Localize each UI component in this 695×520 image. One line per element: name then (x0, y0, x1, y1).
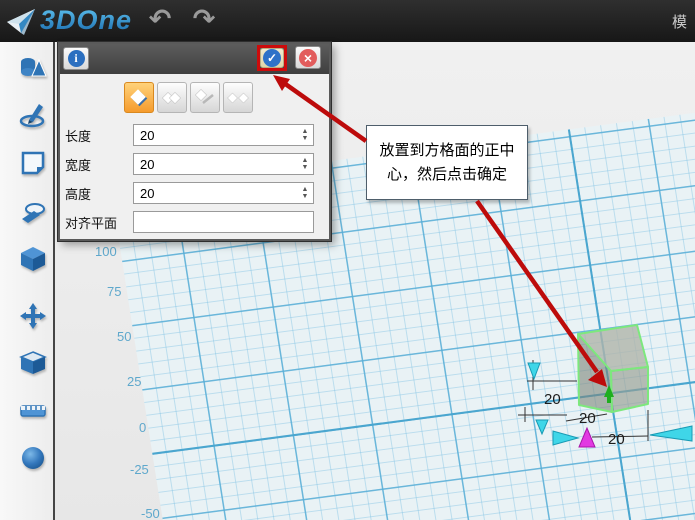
dialog-header: i ✓ × (60, 44, 329, 74)
length-spinner[interactable]: ▲▼ (300, 125, 310, 145)
window-title-partial: 模 (672, 11, 687, 32)
app-logo-text: 3DOne (40, 5, 132, 36)
axis-label: 25 (127, 374, 141, 389)
redo-button[interactable]: ↷ (186, 2, 222, 38)
undo-button[interactable]: ↶ (142, 2, 178, 38)
box-double-mode-button[interactable] (157, 82, 187, 113)
axis-label: -50 (141, 506, 160, 520)
sketch-draw-icon[interactable] (19, 100, 47, 128)
info-button[interactable]: i (63, 47, 89, 70)
primitive-solids-icon[interactable] (19, 54, 47, 82)
width-row: 宽度 ▲▼ (65, 153, 314, 175)
sketch-surface-icon[interactable] (19, 149, 47, 177)
length-input[interactable] (133, 124, 314, 146)
render-sphere-icon[interactable] (19, 444, 47, 472)
height-row: 高度 ▲▼ (65, 182, 314, 204)
confirm-button[interactable]: ✓ (260, 48, 284, 68)
eraser-trim-icon[interactable] (19, 199, 47, 227)
left-toolbar (0, 42, 55, 520)
feature-solid-icon[interactable] (19, 245, 47, 273)
diamond-icon (128, 87, 150, 109)
close-icon: × (299, 49, 317, 67)
confirm-highlight-box: ✓ (257, 45, 287, 71)
width-label: 宽度 (65, 155, 133, 174)
box-parameters-dialog: i ✓ × (58, 42, 331, 241)
measure-ruler-icon[interactable] (19, 396, 47, 424)
checkmark-icon: ✓ (263, 49, 281, 67)
width-spinner[interactable]: ▲▼ (300, 154, 310, 174)
app-window: { "toolbar": { "logo_text": "3DOne", "un… (0, 0, 695, 520)
align-plane-input[interactable] (133, 211, 314, 233)
box-mode-row (124, 82, 253, 113)
app-logo: 3DOne (6, 5, 132, 36)
double-diamond-icon (161, 87, 183, 109)
instruction-text: 放置到方格面的正中心，然后点击确定 (375, 139, 519, 187)
instruction-callout: 放置到方格面的正中心，然后点击确定 (366, 125, 528, 200)
x-axis-line (152, 335, 695, 455)
height-label: 高度 (65, 184, 133, 203)
height-input[interactable] (133, 182, 314, 204)
axis-label: -25 (130, 462, 149, 477)
axis-label: 50 (117, 329, 131, 344)
move-transform-icon[interactable] (19, 302, 47, 330)
box-corner-mode-button[interactable] (124, 82, 154, 113)
length-label: 长度 (65, 126, 133, 145)
cancel-button[interactable]: × (295, 46, 321, 69)
paper-plane-icon (6, 6, 36, 36)
combine-solids-icon[interactable] (19, 348, 47, 376)
height-spinner[interactable]: ▲▼ (300, 183, 310, 203)
top-toolbar: 3DOne ↶ ↷ 模 (0, 0, 695, 42)
axis-label: 75 (107, 284, 121, 299)
length-row: 长度 ▲▼ (65, 124, 314, 146)
axis-label: 0 (139, 420, 146, 435)
width-input[interactable] (133, 153, 314, 175)
align-plane-row: 对齐平面 (65, 211, 314, 233)
info-icon: i (68, 50, 85, 67)
diamond-slash-icon (194, 87, 216, 109)
axis-label: 100 (95, 244, 117, 259)
align-plane-label: 对齐平面 (65, 213, 133, 232)
y-axis-line (568, 129, 647, 520)
box-points-mode-button[interactable] (223, 82, 253, 113)
split-diamond-icon (227, 87, 249, 109)
box-diagonal-mode-button[interactable] (190, 82, 220, 113)
